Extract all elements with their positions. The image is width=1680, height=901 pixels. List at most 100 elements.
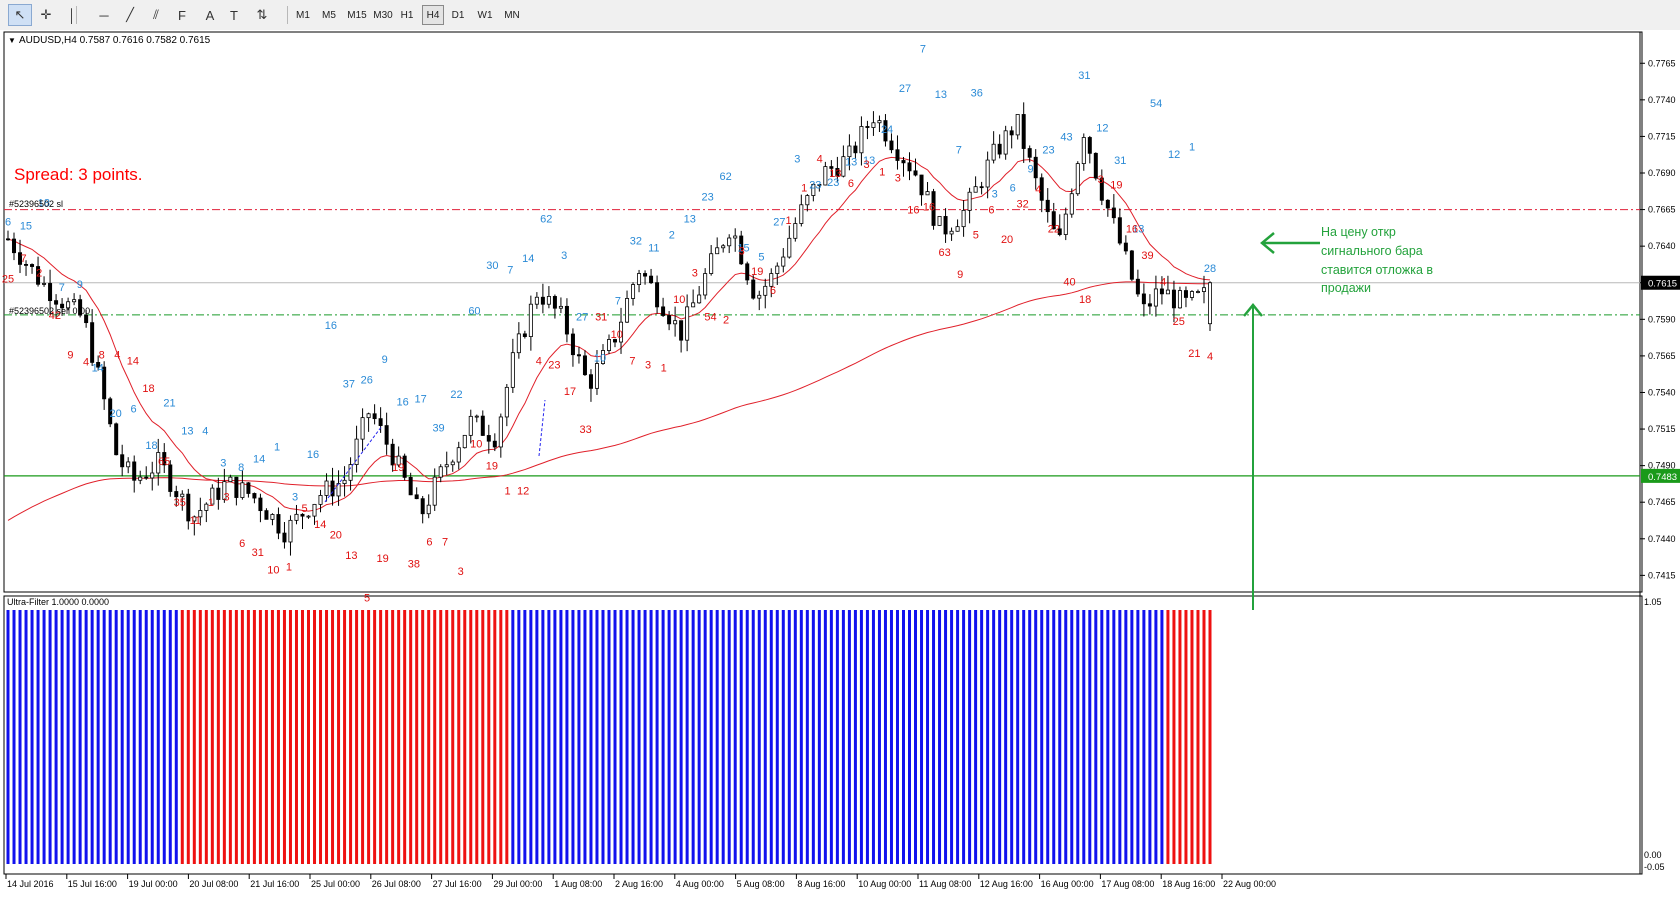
candle-body [558, 305, 563, 309]
bull-count-label: 16 [397, 396, 409, 408]
indicator-axis-label: 0.00 [1644, 850, 1662, 860]
bull-count-label: 39 [432, 423, 444, 435]
candle-body [781, 256, 786, 267]
text-tool-button[interactable]: A [198, 4, 222, 26]
candle-body [679, 320, 684, 341]
bear-count-label: 22 [1048, 224, 1060, 236]
candle-body [408, 476, 413, 496]
bear-count-label: 9 [957, 269, 963, 281]
date-axis-label: 1 Aug 08:00 [554, 879, 602, 889]
candle-body [787, 237, 792, 258]
candle-body [144, 476, 149, 479]
candle-body [318, 495, 323, 505]
crosshair-tool-button[interactable]: ✛ [34, 4, 58, 26]
date-axis-label: 18 Aug 16:00 [1162, 879, 1215, 889]
candle-body [1141, 293, 1146, 305]
bear-count-label: 16 [923, 202, 935, 214]
chart-collapse-icon[interactable]: ▼ [8, 36, 16, 45]
candle-body [973, 186, 978, 193]
timeframe-w1-button[interactable]: W1 [474, 5, 496, 25]
bull-count-label: 11 [648, 243, 659, 255]
bear-count-label: 1 [504, 486, 510, 498]
bull-count-label: 8 [238, 462, 244, 474]
cursor-tool-button[interactable]: ↖ [8, 4, 32, 26]
date-axis-label: 26 Jul 08:00 [372, 879, 421, 889]
price-axis-label: 0.7665 [1648, 205, 1676, 215]
fibonacci-tool-button[interactable]: F [170, 4, 194, 26]
candle-body [871, 122, 876, 128]
candle-body [540, 296, 545, 305]
candle-body [342, 479, 347, 484]
candle-body [799, 204, 804, 224]
bear-count-label: 18 [142, 383, 154, 395]
candle-body [1208, 282, 1213, 325]
candle-body [444, 464, 449, 468]
bear-count-label: 12 [517, 486, 529, 498]
bull-count-label: 14 [522, 253, 534, 265]
bear-count-label: 1 [785, 215, 791, 227]
timeframe-m1-button[interactable]: M1 [292, 5, 314, 25]
text-label-tool-button[interactable]: T [222, 4, 246, 26]
bull-count-label: 54 [1150, 98, 1162, 110]
timeframe-m5-button[interactable]: M5 [318, 5, 340, 25]
horizontal-line-tool-button[interactable]: ─ [92, 4, 116, 26]
candle-body [1129, 250, 1134, 280]
candle-body [637, 273, 642, 285]
price-chart[interactable]: 6 15187 91420 6182113 43 81413161637 26916 1739… [0, 30, 1680, 901]
timeframe-d1-button[interactable]: D1 [447, 5, 469, 25]
candle-body [967, 191, 972, 211]
bear-count-label: 16 [1126, 224, 1138, 236]
candle-body [372, 413, 377, 420]
candle-body [216, 487, 221, 500]
bear-count-label: 19 [751, 266, 763, 278]
bear-count-label: 2 [723, 314, 729, 326]
timeframe-h4-button[interactable]: H4 [422, 5, 444, 25]
text-label-icon: T [230, 7, 238, 23]
candle-body [258, 497, 263, 512]
bull-count-label: 31 [1114, 155, 1126, 167]
candle-body [324, 480, 329, 496]
timeframe-m15-button[interactable]: M15 [344, 5, 370, 25]
timeframe-mn-button[interactable]: MN [501, 5, 523, 25]
candle-body [1177, 290, 1182, 309]
bear-count-label: 25 [2, 273, 14, 285]
candle-body [847, 145, 852, 158]
candle-body [174, 491, 179, 498]
arrows-tool-button[interactable]: ⇅ [250, 4, 274, 26]
candle-body [955, 226, 960, 232]
candle-body [150, 472, 155, 479]
vertical-line-tool-button[interactable]: │ [60, 4, 84, 26]
bear-count-label: 11 [190, 515, 201, 527]
candle-body [72, 299, 77, 303]
bull-count-label: 7 [507, 265, 513, 277]
candle-body [937, 216, 942, 226]
bear-count-label: 13 [345, 550, 357, 562]
candle-body [793, 223, 798, 239]
bull-count-label: 16 [307, 449, 319, 461]
timeframe-m30-button[interactable]: M30 [370, 5, 396, 25]
candle-body [775, 265, 780, 274]
trendline-tool-button[interactable]: ╱ [118, 4, 142, 26]
bear-count-label: 19 [486, 461, 498, 473]
toolbar: ↖ ✛ │ ─ ╱ ⫽ F A T ⇅ M1 M5 M15 M30 H1 H4 D1 W1 MN [0, 0, 1680, 31]
bear-count-label: 6 [239, 538, 245, 550]
timeframe-h1-button[interactable]: H1 [396, 5, 418, 25]
candle-body [288, 519, 293, 543]
bear-count-label: 3 [1098, 174, 1104, 186]
candle-body [997, 143, 1002, 155]
candle-body [306, 515, 311, 518]
date-axis-label: 5 Aug 08:00 [737, 879, 785, 889]
candle-body [943, 216, 948, 235]
candle-body [228, 476, 233, 483]
date-axis-label: 20 Jul 08:00 [189, 879, 238, 889]
candle-body [697, 294, 702, 304]
channel-tool-button[interactable]: ⫽ [144, 4, 168, 26]
bear-count-label: 1 [661, 363, 667, 375]
bull-count-label: 1 [1189, 142, 1195, 154]
candle-body [643, 273, 648, 277]
bear-count-label: 14 [314, 519, 326, 531]
date-axis-label: 25 Jul 00:00 [311, 879, 360, 889]
bear-count-label: 9 [67, 349, 73, 361]
trendline-icon: ╱ [126, 7, 134, 22]
candle-body [865, 126, 870, 128]
